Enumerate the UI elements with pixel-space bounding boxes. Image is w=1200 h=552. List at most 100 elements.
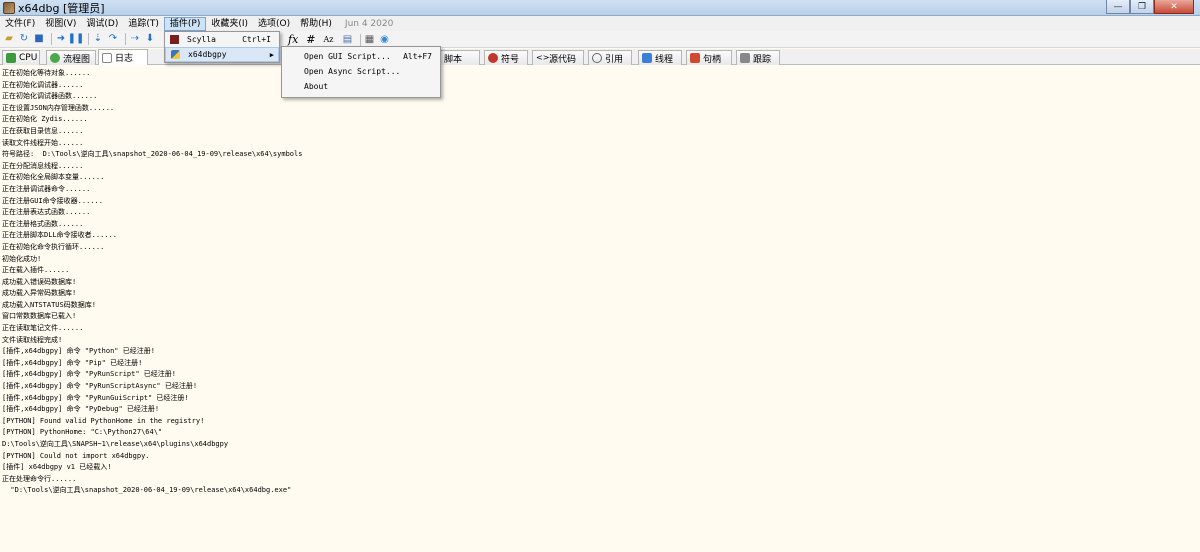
symbols-icon xyxy=(488,53,498,63)
tab-handles[interactable]: 句柄 xyxy=(686,50,732,65)
log-line: 符号路径: D:\Tools\逆向工具\snapshot_2020-06-04_… xyxy=(2,150,303,159)
log-line: 正在处理命令行...... xyxy=(2,474,77,483)
tab-symbols-label: 符号 xyxy=(501,54,520,65)
stop-icon[interactable]: ■ xyxy=(33,33,45,45)
log-line: 正在读取笔记文件...... xyxy=(2,324,84,333)
tab-script[interactable]: 脚本 xyxy=(440,50,480,65)
tab-handles-label: 句柄 xyxy=(703,54,722,65)
calculator-fx-icon[interactable]: fx xyxy=(288,33,298,46)
hash-icon[interactable]: # xyxy=(306,33,315,46)
restart-icon[interactable]: ↻ xyxy=(18,33,30,45)
tab-source[interactable]: <> 源代码 xyxy=(532,50,584,65)
log-view[interactable]: 正在初始化等待对象...... 正在初始化调试器...... 正在初始化调试器函数.… xyxy=(0,66,1200,552)
minimize-button[interactable]: — xyxy=(1106,0,1130,14)
log-line: 正在初始化命令执行循环...... xyxy=(2,242,105,251)
tab-threads-label: 线程 xyxy=(655,54,674,65)
menu-item-about[interactable]: About xyxy=(282,79,440,94)
menu-item-open-async-script[interactable]: Open Async Script... xyxy=(282,64,440,79)
search-icon xyxy=(592,53,602,63)
tab-log[interactable]: 日志 xyxy=(98,49,148,65)
run-icon[interactable]: ➜ xyxy=(55,33,67,45)
execute-till-return-icon[interactable]: ⇢ xyxy=(129,33,141,45)
menu-item-x64dbgpy[interactable]: x64dbgpy ▶ xyxy=(165,47,279,62)
tab-graph[interactable]: 流程图 xyxy=(46,50,96,65)
log-line: 读取文件线程开始...... xyxy=(2,138,84,147)
open-icon[interactable]: ▰ xyxy=(3,33,15,45)
log-line: 成功载入NTSTATUS码数据库! xyxy=(2,300,96,309)
step-over-icon[interactable]: ↷ xyxy=(107,33,119,45)
window-controls: — ❐ ✕ xyxy=(1106,0,1194,14)
log-line: 成功载入异常码数据库! xyxy=(2,289,77,298)
x64dbgpy-submenu: Open GUI Script... Alt+F7 Open Async Scr… xyxy=(281,46,441,98)
menu-item-open-gui-script-label: Open GUI Script... xyxy=(304,52,391,61)
log-line: 正在初始化调试器函数...... xyxy=(2,92,98,101)
menu-item-open-async-script-label: Open Async Script... xyxy=(304,67,401,76)
menu-options[interactable]: 选项(O) xyxy=(253,17,295,31)
menu-plugins[interactable]: 插件(P) xyxy=(163,16,207,31)
log-line: 正在获取目录信息...... xyxy=(2,126,84,135)
toolbar-separator xyxy=(88,33,89,45)
log-line: 正在设置JSON内存管理函数...... xyxy=(2,103,115,112)
log-line: 初始化成功! xyxy=(2,254,42,263)
tab-trace[interactable]: 跟踪 xyxy=(736,50,780,65)
toolbar-right-group: fx # Az ▤ ▦ ◉ xyxy=(288,33,394,46)
globe-icon[interactable]: ◉ xyxy=(379,34,391,46)
log-line: [PYTHON] Could not import x64dbgpy. xyxy=(2,451,150,460)
menu-item-open-gui-script-shortcut: Alt+F7 xyxy=(403,52,432,61)
calculator-icon[interactable]: ▦ xyxy=(364,34,376,46)
patch-icon[interactable]: ▤ xyxy=(342,34,354,46)
log-line: [插件,x64dbgpy] 命令 "Pip" 已经注册! xyxy=(2,358,143,367)
log-line: 正在分配消息线程...... xyxy=(2,161,84,170)
log-line: 正在初始化等待对象...... xyxy=(2,69,91,77)
log-line: 窗口常数数据库已载入! xyxy=(2,312,77,321)
menu-file[interactable]: 文件(F) xyxy=(0,17,40,31)
submenu-arrow-icon: ▶ xyxy=(269,50,274,59)
menu-view[interactable]: 视图(V) xyxy=(40,17,81,31)
pause-icon[interactable]: ❚❚ xyxy=(68,33,85,45)
threads-icon xyxy=(642,53,652,63)
close-button[interactable]: ✕ xyxy=(1154,0,1194,14)
menu-item-x64dbgpy-label: x64dbgpy xyxy=(188,50,227,59)
python-icon xyxy=(171,50,180,59)
menu-debug[interactable]: 调试(D) xyxy=(81,17,123,31)
log-line: 正在初始化全局脚本变量...... xyxy=(2,173,105,182)
graph-icon xyxy=(50,53,60,63)
scylla-icon xyxy=(170,35,179,44)
tab-graph-label: 流程图 xyxy=(63,54,91,65)
tab-trace-label: 跟踪 xyxy=(753,54,772,65)
toolbar-separator xyxy=(359,33,361,46)
log-line: [插件,x64dbgpy] 命令 "Python" 已经注册! xyxy=(2,347,155,356)
menu-favourites[interactable]: 收藏夹(I) xyxy=(206,17,253,31)
tab-threads[interactable]: 线程 xyxy=(638,50,682,65)
app-logo-icon xyxy=(3,1,15,14)
handles-icon xyxy=(690,53,700,63)
log-line: [PYTHON] PythonHome: "C:\Python27\64\" xyxy=(2,428,163,437)
menu-item-open-gui-script[interactable]: Open GUI Script... Alt+F7 xyxy=(282,49,440,64)
source-code-icon: <> xyxy=(536,53,550,62)
run-to-user-code-icon[interactable]: ⬇ xyxy=(144,33,156,45)
menu-item-scylla[interactable]: Scylla Ctrl+I xyxy=(165,32,279,47)
log-icon xyxy=(102,52,112,63)
log-line: 成功载入错误码数据库! xyxy=(2,277,77,286)
window-title: x64dbg [管理员] xyxy=(18,1,105,15)
tab-log-label: 日志 xyxy=(115,54,134,64)
log-line: 正在注册表达式函数...... xyxy=(2,208,91,217)
maximize-button[interactable]: ❐ xyxy=(1130,0,1154,14)
cpu-icon xyxy=(6,53,16,63)
log-line: "D:\Tools\逆向工具\snapshot_2020-06-04_19-09… xyxy=(2,486,292,495)
log-line: [插件,x64dbgpy] 命令 "PyDebug" 已经注册! xyxy=(2,405,160,414)
tab-symbols[interactable]: 符号 xyxy=(484,50,528,65)
log-line: 正在载入插件...... xyxy=(2,266,70,275)
tab-references[interactable]: 引用 xyxy=(588,50,632,65)
menu-item-about-label: About xyxy=(304,82,329,91)
trace-icon xyxy=(740,53,750,63)
tab-cpu[interactable]: CPU xyxy=(2,50,40,65)
log-line: 正在注册格式函数...... xyxy=(2,219,84,228)
menu-help[interactable]: 帮助(H) xyxy=(295,17,337,31)
log-line: [插件,x64dbgpy] 命令 "PyRunScriptAsync" 已经注册… xyxy=(2,382,198,391)
menu-trace[interactable]: 追踪(T) xyxy=(123,17,164,31)
tab-cpu-label: CPU xyxy=(19,53,38,63)
font-icon[interactable]: Az xyxy=(324,35,334,44)
step-into-icon[interactable]: ⇣ xyxy=(92,33,104,45)
log-line: 正在初始化 Zydis...... xyxy=(2,115,88,124)
